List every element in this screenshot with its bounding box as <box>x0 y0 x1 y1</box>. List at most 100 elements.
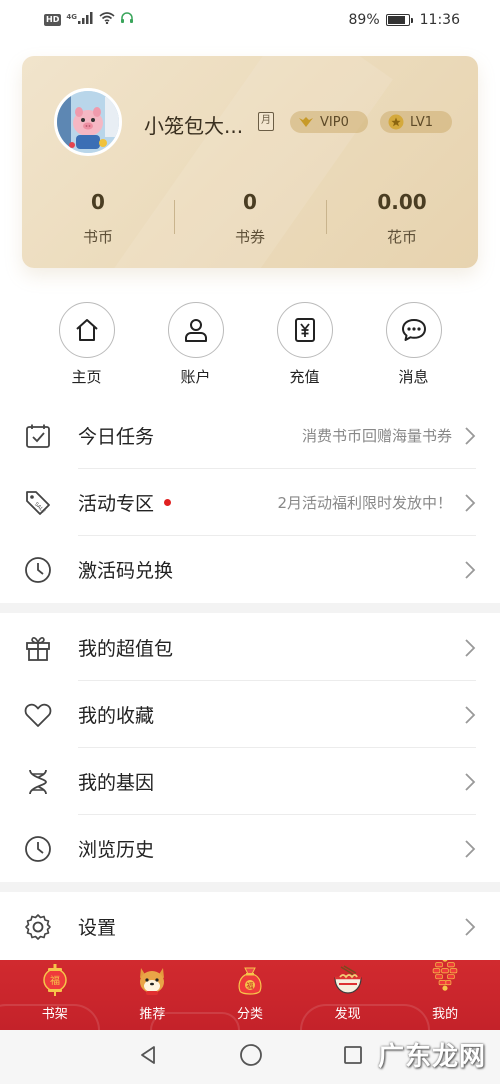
yuan-icon <box>276 302 333 358</box>
menu-item-label: 我的超值包 <box>78 638 174 660</box>
calendar-check-icon <box>24 422 52 450</box>
firecracker-icon <box>428 960 462 997</box>
menu-item-value-packs[interactable]: 我的超值包 <box>0 614 500 681</box>
chevron-right-icon <box>464 426 476 446</box>
quick-action-messages[interactable]: 消息 <box>379 302 449 392</box>
stat-label: 书券 <box>234 228 265 246</box>
user-icon <box>167 302 224 358</box>
menu-item-label: 浏览历史 <box>78 839 155 861</box>
level-badge[interactable]: LV1 <box>380 111 452 133</box>
chevron-right-icon <box>464 705 476 725</box>
battery-icon <box>385 14 413 26</box>
vip-crown-icon <box>298 114 314 130</box>
tab-recommend[interactable]: 推荐 <box>112 963 192 1022</box>
quick-action-recharge[interactable]: 充值 <box>270 302 340 392</box>
stat-label: 书币 <box>82 228 113 246</box>
battery-level <box>387 16 406 24</box>
menu-group-tasks: 今日任务 消费书币回赠海量书券 SALE 活动专区 2月活动福利限时发放中！ 激… <box>0 402 500 603</box>
tab-discover[interactable]: 发现 <box>308 963 388 1022</box>
quick-actions: 主页 账户 充值 消息 <box>0 302 500 392</box>
heart-icon <box>24 701 52 729</box>
menu-item-label: 设置 <box>78 917 117 939</box>
stat-book-vouchers[interactable]: 0 书券 <box>174 188 326 248</box>
star-medal-icon <box>388 114 404 130</box>
hd-icon: HD <box>44 14 62 26</box>
menu-item-settings[interactable]: 设置 <box>0 893 500 960</box>
menu-item-label-text: 活动专区 <box>78 493 155 515</box>
username: 小笼包大... <box>144 114 244 138</box>
tab-mine[interactable]: 我的 <box>405 960 485 1022</box>
quick-action-label: 消息 <box>398 368 429 386</box>
tab-label: 推荐 <box>139 1007 166 1022</box>
menu-item-label: 我的基因 <box>78 772 155 794</box>
menu-item-description: 2月活动福利限时发放中！ <box>277 494 452 512</box>
menu-item-favorites[interactable]: 我的收藏 <box>0 681 500 748</box>
shiba-dog-icon <box>135 963 169 997</box>
chevron-right-icon <box>464 638 476 658</box>
chevron-right-icon <box>464 917 476 937</box>
quick-action-account[interactable]: 账户 <box>161 302 231 392</box>
status-bar: HD 4G 89% 11:36 <box>0 0 500 40</box>
lantern-icon: 福 <box>38 963 72 997</box>
vip-level-label: VIP0 <box>320 114 349 130</box>
tab-label: 分类 <box>236 1007 263 1022</box>
section-gap <box>0 603 500 613</box>
menu-item-description: 消费书币回赠海量书券 <box>301 427 452 445</box>
menu-item-label: 我的收藏 <box>78 705 155 727</box>
stat-book-coins[interactable]: 0 书币 <box>22 188 174 248</box>
tab-label: 书架 <box>41 1007 68 1022</box>
chevron-right-icon <box>464 839 476 859</box>
status-right: 89% 11:36 <box>349 12 460 28</box>
menu-item-label: 活动专区 <box>78 489 172 516</box>
wallet-stats: 0 书币 0 书券 0.00 花币 <box>22 188 478 248</box>
svg-text:福: 福 <box>50 974 60 987</box>
battery-percent: 89% <box>348 12 380 28</box>
noodle-bowl-icon <box>331 963 365 997</box>
clock-time: 11:36 <box>419 12 460 28</box>
menu-item-redeem-code[interactable]: 激活码兑换 <box>0 536 500 603</box>
history-clock-icon <box>24 835 52 863</box>
menu-group-personal: 我的超值包 我的收藏 我的基因 浏览历史 <box>0 614 500 882</box>
new-indicator-dot <box>164 499 172 506</box>
status-left: HD 4G <box>44 11 134 29</box>
chevron-right-icon <box>464 493 476 513</box>
quick-action-label: 主页 <box>71 368 102 386</box>
clock-icon <box>24 556 52 584</box>
section-gap <box>0 882 500 892</box>
profile-card[interactable]: 小笼包大... 月 VIP0 LV1 0 书币 0 书券 0.00 花币 <box>22 56 478 268</box>
settings-gear-icon <box>24 913 52 941</box>
menu-item-browse-history[interactable]: 浏览历史 <box>0 815 500 882</box>
quick-action-home[interactable]: 主页 <box>52 302 122 392</box>
stat-value: 0.00 <box>377 190 427 214</box>
back-triangle-icon[interactable] <box>137 1044 159 1070</box>
recents-square-icon[interactable] <box>343 1045 363 1069</box>
menu-item-label: 今日任务 <box>78 426 155 448</box>
tab-label: 发现 <box>334 1007 361 1022</box>
chevron-right-icon <box>464 560 476 580</box>
menu-item-events[interactable]: SALE 活动专区 2月活动福利限时发放中！ <box>0 469 500 536</box>
quick-action-label: 充值 <box>289 368 320 386</box>
menu-item-daily-tasks[interactable]: 今日任务 消费书币回赠海量书券 <box>0 402 500 469</box>
home-circle-icon[interactable] <box>239 1043 263 1071</box>
tab-categories[interactable]: 福 分类 <box>210 963 290 1022</box>
menu-item-genes[interactable]: 我的基因 <box>0 748 500 815</box>
gift-icon <box>24 634 52 662</box>
dna-icon <box>24 768 52 796</box>
menu-group-settings: 设置 <box>0 893 500 960</box>
tab-bookshelf[interactable]: 福 书架 <box>15 963 95 1022</box>
stat-value: 0 <box>91 190 105 214</box>
lucky-bag-icon: 福 <box>233 963 267 997</box>
avatar[interactable] <box>54 88 122 156</box>
user-level-label: LV1 <box>410 114 433 130</box>
watermark-text: 广东龙网 <box>377 1042 486 1072</box>
vip-badge[interactable]: VIP0 <box>290 111 368 133</box>
quick-action-label: 账户 <box>180 368 211 386</box>
stat-label: 花币 <box>386 228 417 246</box>
stat-flower-coins[interactable]: 0.00 花币 <box>326 188 478 248</box>
home-icon <box>58 302 115 358</box>
svg-text:福: 福 <box>246 981 253 990</box>
chevron-right-icon <box>464 772 476 792</box>
wifi-icon <box>99 12 115 28</box>
bottom-tab-bar: 福 书架 推荐 福 分类 发现 我的 <box>0 960 500 1030</box>
chat-icon <box>385 302 442 358</box>
